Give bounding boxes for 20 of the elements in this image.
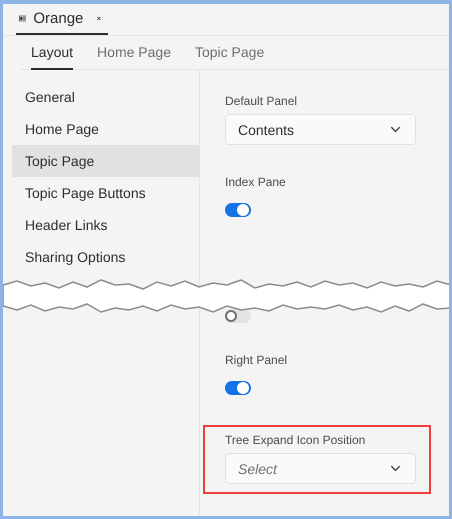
- field-label: Index Pane: [225, 175, 287, 189]
- dropdown[interactable]: Contents: [225, 114, 416, 145]
- document-tab[interactable]: Orange: [16, 4, 108, 35]
- tab[interactable]: Topic Page: [194, 36, 264, 70]
- document-title: Orange: [33, 10, 84, 27]
- sidebar-item[interactable]: Sharing Options: [12, 241, 199, 273]
- sidebar-item[interactable]: General: [12, 81, 199, 113]
- toggle-switch[interactable]: [225, 203, 251, 217]
- tab[interactable]: Home Page: [97, 36, 171, 70]
- field-label: Default Panel: [225, 94, 298, 108]
- sidebar-item[interactable]: Topic Page: [12, 145, 199, 177]
- sidebar-item[interactable]: Home Page: [12, 113, 199, 145]
- toggle-switch[interactable]: [225, 309, 251, 323]
- dropdown[interactable]: Select: [225, 453, 416, 484]
- sidebar-item[interactable]: Header Links: [12, 209, 199, 241]
- toggle-switch[interactable]: [225, 381, 251, 395]
- sidebar-item[interactable]: Topic Page Buttons: [12, 177, 199, 209]
- field-label: Tree Expand Icon Position: [225, 433, 366, 447]
- tab[interactable]: Layout: [31, 36, 74, 70]
- field-label: Right Panel: [225, 353, 288, 367]
